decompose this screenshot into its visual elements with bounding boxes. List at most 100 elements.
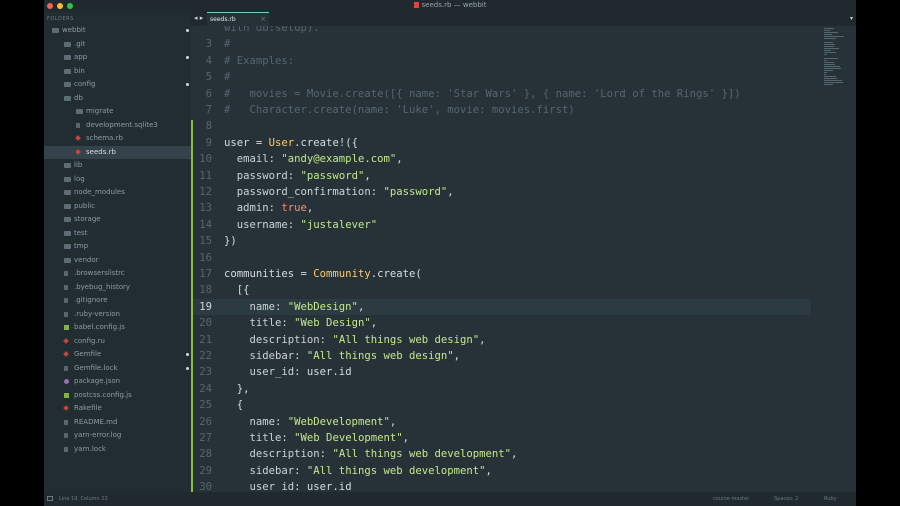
code-area[interactable]: with db:setup). 3 #4 # Examples: 5 #6 # movies… <box>191 26 856 492</box>
code-line[interactable]: 26 name: "WebDevelopment", <box>191 414 811 430</box>
tab-nav-arrows-icon[interactable]: ◂ ▸ <box>194 14 203 22</box>
file-tree-item[interactable]: README.md <box>44 416 191 429</box>
file-tree-item[interactable]: postcss.config.js <box>44 389 191 402</box>
code-token: user.id <box>306 366 352 379</box>
code-line[interactable]: 28 description: "All things web developm… <box>191 446 811 462</box>
code-token: # Examples: <box>224 54 295 67</box>
file-tree-item[interactable]: yarn-error.log <box>44 429 191 442</box>
code-token: , <box>364 169 371 182</box>
code-token: , <box>485 464 492 477</box>
syntax-language[interactable]: Ruby <box>824 496 837 502</box>
file-tree-item[interactable]: Rakefile <box>44 402 191 415</box>
file-tree-item[interactable]: node_modules <box>44 186 191 199</box>
line-number: 17 <box>199 268 212 280</box>
file-tree-item[interactable]: .git <box>44 38 191 51</box>
minimap-line <box>824 30 830 31</box>
file-tree-item[interactable]: test <box>44 227 191 240</box>
file-tree-item-label: yarn-error.log <box>74 431 122 439</box>
document-icon <box>413 2 419 8</box>
minimap-line <box>824 66 840 67</box>
minimap-line <box>824 64 835 65</box>
file-tree-item[interactable]: vendor <box>44 254 191 267</box>
file-tree-item[interactable]: development.sqlite3 <box>44 119 191 132</box>
file-tree-item[interactable]: webbit <box>44 24 191 37</box>
indentation-setting[interactable]: Spaces: 2 <box>774 496 798 502</box>
code-line[interactable]: 18 [{ <box>191 282 811 298</box>
file-tree-item[interactable]: db <box>44 92 191 105</box>
file-tree-item[interactable]: public <box>44 200 191 213</box>
file-tree-item[interactable]: .byebug_history <box>44 281 191 294</box>
file-tree-item[interactable]: schema.rb <box>44 132 191 145</box>
file-tree-item[interactable]: .browserslistrc <box>44 267 191 280</box>
file-tree-item[interactable]: log <box>44 173 191 186</box>
tab-menu-chevron-icon[interactable]: ▾ <box>850 15 853 22</box>
code-line[interactable]: 19 name: "WebDesign", <box>191 298 811 316</box>
code-line[interactable]: 13 admin: true, <box>191 200 811 216</box>
line-number: 10 <box>199 153 212 166</box>
window-title: seeds.rb — webbit <box>44 1 856 9</box>
file-tree-item[interactable]: babel.config.js <box>44 321 191 334</box>
code-line[interactable]: 10 email: "andy@example.com", <box>191 151 811 167</box>
minimap-line <box>824 50 831 51</box>
file-tree-item[interactable]: storage <box>44 213 191 226</box>
code-token: user = <box>224 136 269 149</box>
file-tree-item[interactable]: lib <box>44 159 191 172</box>
close-tab-icon[interactable]: × <box>260 15 266 23</box>
code-token: }, <box>224 382 250 395</box>
file-tree-item[interactable]: Gemfile.lock <box>44 362 191 375</box>
file-tree-item[interactable]: app <box>44 51 191 64</box>
git-branch[interactable]: course-master <box>713 496 749 502</box>
code-line[interactable]: 4 # Examples: <box>191 53 811 69</box>
minimap[interactable] <box>822 26 856 86</box>
tab-seeds-rb[interactable]: seeds.rb × <box>207 12 269 26</box>
file-tree-item[interactable]: .ruby-version <box>44 308 191 321</box>
file-tree-item[interactable]: package.json <box>44 375 191 388</box>
code-line[interactable]: 3 # <box>191 36 811 52</box>
file-tree-item[interactable]: seeds.rb <box>44 145 191 159</box>
file-tree-item[interactable]: tmp <box>44 240 191 253</box>
code-line[interactable]: 11 password: "password", <box>191 168 811 184</box>
code-line[interactable]: 30 user_id: user.id <box>191 479 811 492</box>
code-line[interactable]: 25 { <box>191 397 811 413</box>
code-line[interactable]: 15}) <box>191 233 811 249</box>
code-line[interactable]: 16 <box>191 250 811 266</box>
code-line[interactable]: 22 sidebar: "All things web design", <box>191 348 811 364</box>
code-token: # <box>224 38 231 51</box>
panel-toggle-icon[interactable] <box>47 496 53 501</box>
code-line[interactable]: 12 password_confirmation: "password", <box>191 184 811 200</box>
code-token: admin: <box>224 202 282 215</box>
js-file-icon <box>64 325 69 330</box>
code-line[interactable]: with db:setup). <box>191 26 811 36</box>
package-file-icon <box>64 379 69 384</box>
code-line[interactable]: 23 user_id: user.id <box>191 364 811 380</box>
code-line[interactable]: 9 user = User.create!({ <box>191 135 811 151</box>
line-number: 19 <box>199 300 212 313</box>
line-number: 16 <box>199 251 212 264</box>
code-token: description: <box>224 448 333 461</box>
code-token: [{ <box>224 284 250 297</box>
file-tree-item[interactable]: .gitignore <box>44 294 191 307</box>
code-line[interactable]: 29 sidebar: "All things web development"… <box>191 463 811 479</box>
file-tree-item[interactable]: config <box>44 78 191 91</box>
file-tree-item[interactable]: Gemfile <box>44 348 191 361</box>
minimap-line <box>824 60 827 61</box>
file-tree-item[interactable]: migrate <box>44 105 191 118</box>
ruby-file-icon <box>63 405 69 411</box>
code-line[interactable]: 5 # <box>191 69 811 85</box>
code-line[interactable]: 21 description: "All things web design", <box>191 332 811 348</box>
code-token: with db:setup). <box>224 26 320 34</box>
file-tree-item[interactable]: bin <box>44 65 191 78</box>
code-line[interactable]: 6 # movies = Movie.create([{ name: 'Star … <box>191 86 811 102</box>
code-line[interactable]: 20 title: "Web Design", <box>191 315 811 331</box>
file-tree-item-label: package.json <box>74 377 121 385</box>
code-line[interactable]: 14 username: "justalever" <box>191 217 811 233</box>
code-line[interactable]: 27 title: "Web Development", <box>191 430 811 446</box>
code-line[interactable]: 7 # Character.create(name: 'Luke', movie:… <box>191 102 811 118</box>
folder-icon <box>64 257 71 263</box>
tab-label: seeds.rb <box>210 16 236 23</box>
file-tree-item[interactable]: config.ru <box>44 335 191 348</box>
code-line[interactable]: 8 <box>191 118 811 134</box>
code-line[interactable]: 24 }, <box>191 381 811 397</box>
file-tree-item[interactable]: yarn.lock <box>44 443 191 456</box>
code-line[interactable]: 17 communities = Community.create( <box>191 266 811 282</box>
